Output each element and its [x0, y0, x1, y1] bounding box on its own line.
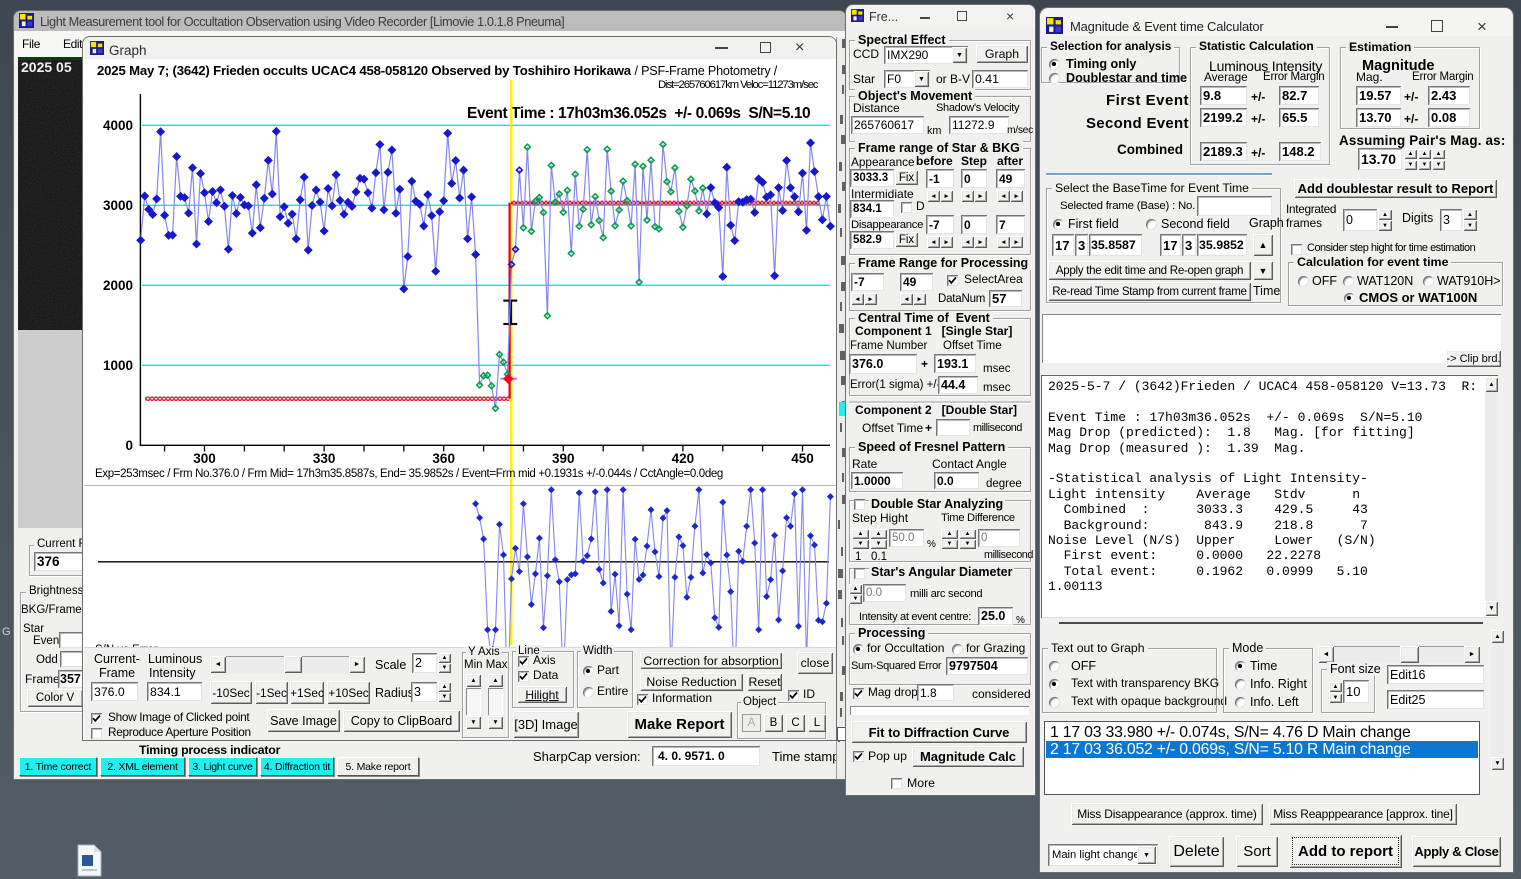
svg-text:300: 300: [193, 451, 216, 466]
svg-text:360: 360: [432, 451, 455, 466]
svg-text:390: 390: [552, 451, 575, 466]
svg-text:4000: 4000: [103, 118, 133, 133]
svg-text:3000: 3000: [103, 198, 133, 213]
svg-text:330: 330: [313, 451, 336, 466]
svg-text:450: 450: [791, 451, 814, 466]
svg-text:1000: 1000: [103, 358, 133, 373]
svg-text:0: 0: [125, 438, 133, 453]
svg-text:2000: 2000: [103, 278, 133, 293]
svg-text:420: 420: [672, 451, 695, 466]
